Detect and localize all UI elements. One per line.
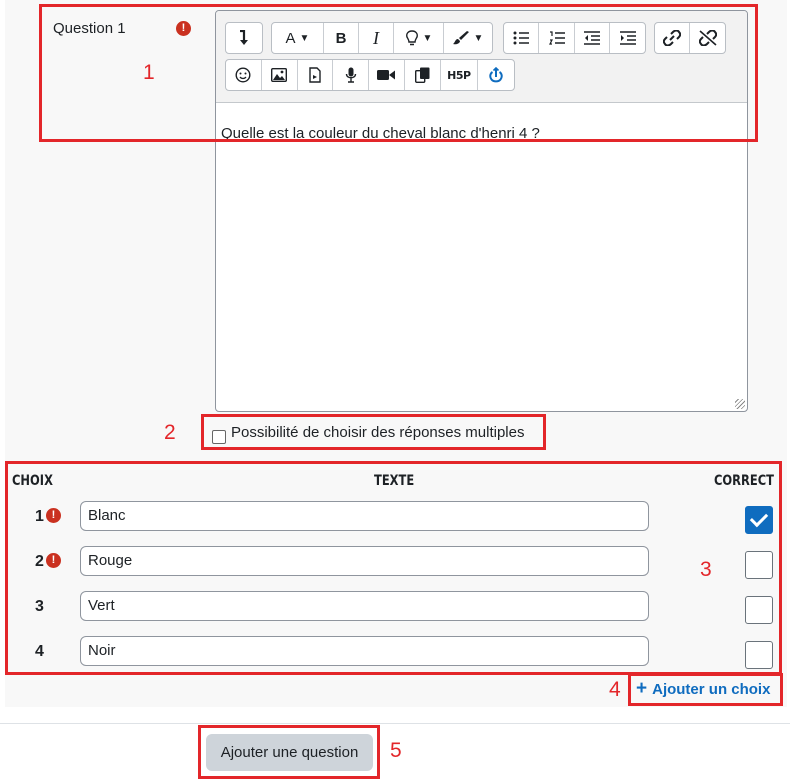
annotation-number: 4 xyxy=(609,678,621,701)
resize-handle[interactable] xyxy=(735,399,745,409)
divider xyxy=(0,723,790,724)
annotation-box xyxy=(628,673,783,706)
annotation-number: 2 xyxy=(164,421,176,444)
annotation-number: 5 xyxy=(390,739,402,762)
annotation-box xyxy=(201,414,546,450)
annotation-number: 3 xyxy=(700,558,712,581)
annotation-number: 1 xyxy=(143,61,155,84)
annotation-box xyxy=(198,725,380,779)
annotation-box xyxy=(5,461,782,675)
